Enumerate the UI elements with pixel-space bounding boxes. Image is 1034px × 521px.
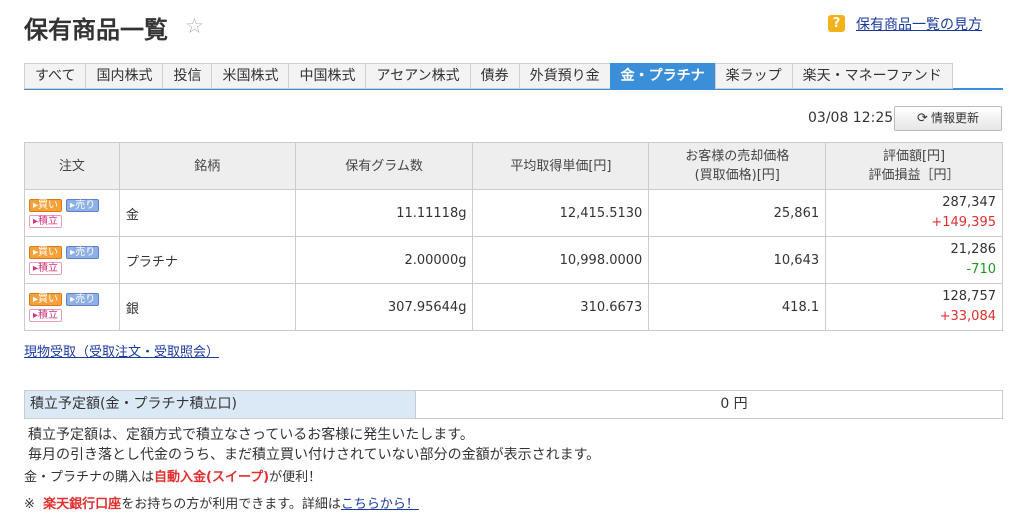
order-cell: ▸買い ▸売り ▸積立 (24, 283, 120, 331)
help-icon[interactable]: ? (828, 15, 845, 32)
holding-grams: 307.95644g (294, 283, 474, 331)
tab-gold-platinum[interactable]: 金・プラチナ (609, 63, 715, 89)
sell-price: 10,643 (648, 236, 827, 284)
note-line-2: 毎月の引き落とし代金のうち、まだ積立買い付けされていない部分の金額が表示されます… (28, 447, 601, 463)
star-icon[interactable]: ☆ (185, 14, 204, 38)
holdings-table: 注文 銘柄 保有グラム数 平均取得単価[円] お客様の売却価格 (買取価格)[円]… (24, 142, 1003, 331)
sell-price: 418.1 (648, 283, 827, 331)
header-grams: 保有グラム数 (294, 142, 474, 190)
refresh-button[interactable]: ⟳ 情報更新 (894, 106, 1002, 131)
buy-button[interactable]: ▸買い (29, 199, 63, 212)
tab-money-fund[interactable]: 楽天・マネーファンド (791, 63, 953, 89)
tsumitate-button[interactable]: ▸積立 (29, 262, 63, 275)
profit-loss: +33,084 (939, 309, 996, 324)
bank-highlight: 楽天銀行口座 (43, 497, 122, 512)
bank-note: ※ 楽天銀行口座をお持ちの方が利用できます。詳細はこちらから！ (24, 497, 419, 512)
valuation-cell: 128,757 +33,084 (825, 283, 1003, 331)
help-link[interactable]: 保有商品一覧の見方 (856, 14, 982, 34)
header-avg-price: 平均取得単価[円] (472, 142, 650, 190)
tab-funds[interactable]: 投信 (162, 63, 212, 89)
header-valuation: 評価額[円] 評価損益［円］ (825, 142, 1003, 190)
avg-price: 12,415.5130 (472, 189, 650, 237)
tab-bonds[interactable]: 債券 (469, 63, 519, 89)
product-name: 金 (118, 189, 296, 237)
valuation-amount: 21,286 (950, 242, 997, 257)
product-name: プラチナ (118, 236, 296, 284)
product-name: 銀 (118, 283, 296, 331)
tab-all[interactable]: すべて (24, 63, 86, 89)
valuation-amount: 287,347 (942, 195, 996, 210)
tsumitate-button[interactable]: ▸積立 (29, 309, 63, 322)
planned-amount-label: 積立予定額(金・プラチナ積立口) (25, 391, 416, 418)
refresh-icon: ⟳ (917, 111, 928, 126)
tsumitate-button[interactable]: ▸積立 (29, 215, 63, 228)
avg-price: 310.6673 (472, 283, 650, 331)
table-row: ▸買い ▸売り ▸積立 プラチナ 2.00000g 10,998.0000 10… (24, 236, 1003, 284)
sweep-highlight: 自動入金(スイープ) (154, 470, 270, 485)
planned-amount-box: 積立予定額(金・プラチナ積立口) 0 円 (24, 390, 1003, 419)
table-header-row: 注文 銘柄 保有グラム数 平均取得単価[円] お客様の売却価格 (買取価格)[円]… (24, 142, 1003, 190)
table-row: ▸買い ▸売り ▸積立 銀 307.95644g 310.6673 418.1 … (24, 283, 1003, 331)
header-sell-price: お客様の売却価格 (買取価格)[円] (648, 142, 827, 190)
valuation-cell: 287,347 +149,395 (825, 189, 1003, 237)
buy-button[interactable]: ▸買い (29, 246, 63, 259)
header-name: 銘柄 (118, 142, 296, 190)
note-line-1: 積立予定額は、定額方式で積立なさっているお客様に発生いたします。 (28, 427, 474, 443)
update-timestamp: 03/08 12:25 (808, 110, 894, 126)
refresh-label: 情報更新 (930, 111, 979, 125)
valuation-cell: 21,286 -710 (825, 236, 1003, 284)
valuation-amount: 128,757 (942, 289, 996, 304)
buy-button[interactable]: ▸買い (29, 293, 63, 306)
profit-loss: -710 (966, 262, 996, 277)
tab-us-stocks[interactable]: 米国株式 (211, 63, 289, 89)
holding-grams: 2.00000g (294, 236, 474, 284)
order-cell: ▸買い ▸売り ▸積立 (24, 236, 120, 284)
sweep-note: 金・プラチナの購入は自動入金(スイープ)が便利！ (24, 470, 322, 485)
profit-loss: +149,395 (931, 215, 996, 230)
avg-price: 10,998.0000 (472, 236, 650, 284)
tab-rakuwrap[interactable]: 楽ラップ (714, 63, 792, 89)
sell-price: 25,861 (648, 189, 827, 237)
holding-grams: 11.11118g (294, 189, 474, 237)
sell-button[interactable]: ▸売り (66, 199, 100, 212)
planned-amount-value: 0 円 (720, 396, 748, 412)
sell-button[interactable]: ▸売り (66, 246, 100, 259)
tab-china-stocks[interactable]: 中国株式 (288, 63, 366, 89)
table-row: ▸買い ▸売り ▸積立 金 11.11118g 12,415.5130 25,8… (24, 189, 1003, 237)
details-link[interactable]: こちらから！ (341, 497, 419, 512)
product-tabs: すべて 国内株式 投信 米国株式 中国株式 アセアン株式 債券 外貨預り金 金・… (24, 63, 1003, 90)
tab-domestic-stocks[interactable]: 国内株式 (85, 63, 163, 89)
physical-receive-link[interactable]: 現物受取（受取注文・受取照会） (24, 341, 219, 360)
tab-foreign-deposit[interactable]: 外貨預り金 (518, 63, 610, 89)
sell-button[interactable]: ▸売り (66, 293, 100, 306)
header-order: 注文 (24, 142, 120, 190)
order-cell: ▸買い ▸売り ▸積立 (24, 189, 120, 237)
page-title: 保有商品一覧 (24, 16, 168, 44)
tab-asean-stocks[interactable]: アセアン株式 (365, 63, 470, 89)
